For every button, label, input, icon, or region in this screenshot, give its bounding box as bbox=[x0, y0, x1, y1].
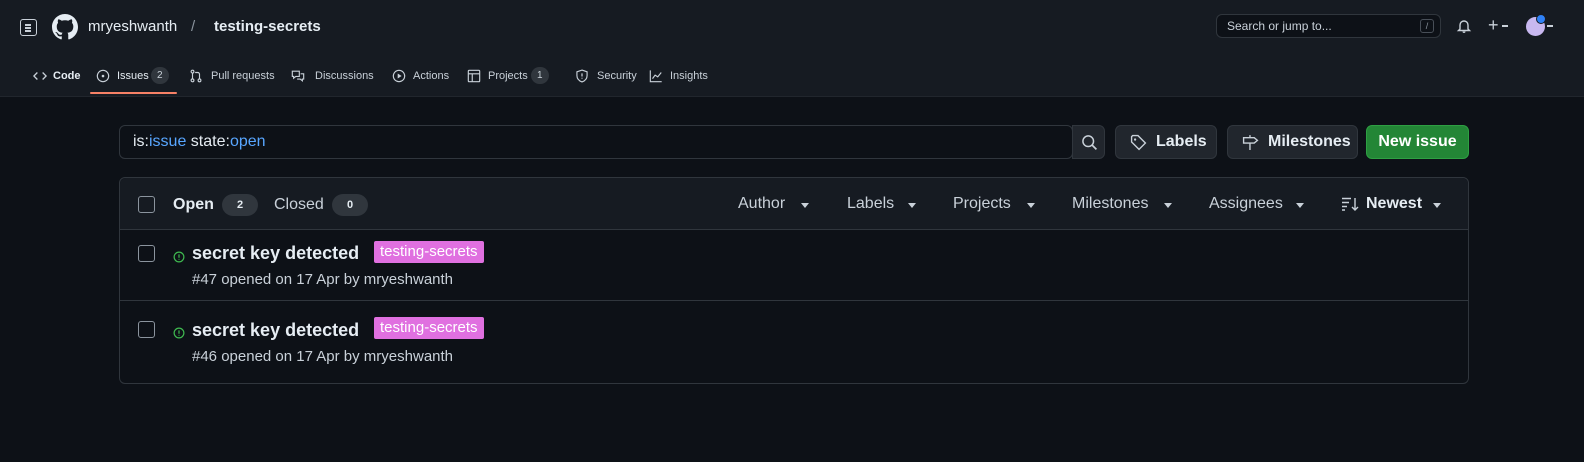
issue-row[interactable]: secret key detected testing-secrets #46 … bbox=[120, 300, 1468, 379]
tab-label: Code bbox=[53, 70, 81, 82]
tab-label: Insights bbox=[670, 70, 708, 82]
select-all-checkbox[interactable] bbox=[138, 196, 155, 213]
tab-label: Pull requests bbox=[211, 70, 275, 82]
issue-checkbox[interactable] bbox=[138, 321, 155, 338]
filter-value: open bbox=[229, 133, 266, 150]
issue-opened-icon bbox=[96, 69, 110, 83]
issue-meta: #46 opened on 17 Apr by mryeshwanth bbox=[192, 348, 454, 365]
graph-icon bbox=[649, 70, 662, 83]
code-icon bbox=[33, 72, 47, 80]
play-icon bbox=[392, 69, 406, 83]
issue-opened-icon bbox=[173, 327, 185, 339]
new-issue-button[interactable]: New issue bbox=[1366, 125, 1469, 159]
labels-filter-dropdown[interactable]: Labels bbox=[847, 195, 894, 213]
git-pull-request-icon bbox=[190, 69, 202, 83]
milestone-icon bbox=[1242, 135, 1259, 150]
repo-name-link[interactable]: testing-secrets bbox=[214, 18, 321, 35]
issue-meta: #47 opened on 17 Apr by mryeshwanth bbox=[192, 271, 454, 288]
closed-filter-link[interactable]: Closed bbox=[274, 196, 324, 214]
shield-icon bbox=[576, 69, 588, 83]
issue-row[interactable]: secret key detected testing-secrets #47 … bbox=[120, 230, 1468, 309]
tab-label: Projects bbox=[488, 70, 528, 82]
count-badge: 1 bbox=[531, 67, 549, 84]
filter-value: issue bbox=[149, 133, 187, 150]
chevron-down-icon bbox=[1296, 203, 1304, 208]
issue-opened-icon bbox=[173, 251, 185, 263]
repo-nav-tabs: Code Issues 2 Pull requests Discussions … bbox=[0, 54, 1584, 97]
tab-label: Discussions bbox=[315, 70, 374, 82]
comment-discussion-icon bbox=[291, 70, 305, 82]
tag-icon bbox=[1130, 134, 1147, 151]
assignees-filter-dropdown[interactable]: Assignees bbox=[1209, 195, 1283, 213]
issue-label[interactable]: testing-secrets bbox=[374, 241, 484, 263]
issues-list-header: Open 2 Closed 0 Author Labels Projects M… bbox=[120, 178, 1468, 230]
tab-label: Security bbox=[597, 70, 637, 82]
open-filter-link[interactable]: Open bbox=[173, 196, 214, 214]
issues-list: Open 2 Closed 0 Author Labels Projects M… bbox=[119, 177, 1469, 384]
app-header: mryeshwanth / testing-secrets Search or … bbox=[0, 0, 1584, 97]
chevron-down-icon bbox=[1027, 203, 1035, 208]
create-new-button[interactable]: + bbox=[1488, 16, 1499, 34]
count-badge: 2 bbox=[151, 67, 169, 84]
table-icon bbox=[467, 69, 481, 83]
issue-checkbox[interactable] bbox=[138, 245, 155, 262]
avatar[interactable] bbox=[1526, 14, 1546, 36]
repo-owner-link[interactable]: mryeshwanth bbox=[88, 18, 177, 35]
chevron-down-icon bbox=[1164, 203, 1172, 208]
issue-title-link[interactable]: secret key detected bbox=[192, 243, 359, 263]
issue-filter-input[interactable]: is:issue state:open bbox=[119, 125, 1073, 159]
tab-label: Issues bbox=[117, 70, 149, 82]
header-top-row: mryeshwanth / testing-secrets Search or … bbox=[0, 0, 1584, 54]
labels-button[interactable]: Labels bbox=[1115, 125, 1217, 159]
search-icon bbox=[1082, 135, 1098, 151]
labels-button-label: Labels bbox=[1156, 133, 1207, 150]
milestones-button-label: Milestones bbox=[1268, 133, 1351, 150]
tab-label: Actions bbox=[413, 70, 450, 82]
bell-icon[interactable] bbox=[1456, 18, 1472, 34]
projects-filter-dropdown[interactable]: Projects bbox=[953, 195, 1011, 213]
milestones-button[interactable]: Milestones bbox=[1227, 125, 1358, 159]
breadcrumb-separator: / bbox=[191, 18, 196, 35]
search-shortcut-key: / bbox=[1420, 19, 1434, 33]
search-placeholder: Search or jump to... bbox=[1227, 19, 1332, 33]
sort-desc-icon bbox=[1342, 197, 1359, 211]
closed-count-badge: 0 bbox=[332, 194, 368, 216]
milestones-filter-dropdown[interactable]: Milestones bbox=[1072, 195, 1148, 213]
menu-icon[interactable] bbox=[20, 19, 37, 36]
chevron-down-icon[interactable] bbox=[1502, 25, 1508, 27]
issue-label[interactable]: testing-secrets bbox=[374, 317, 484, 339]
active-tab-underline bbox=[90, 92, 177, 94]
chevron-down-icon[interactable] bbox=[1547, 25, 1553, 27]
chevron-down-icon bbox=[801, 203, 809, 208]
issue-title-link[interactable]: secret key detected bbox=[192, 320, 359, 340]
chevron-down-icon bbox=[908, 203, 916, 208]
chevron-down-icon bbox=[1433, 203, 1441, 208]
author-filter-dropdown[interactable]: Author bbox=[738, 195, 785, 213]
filter-qualifier: is: bbox=[133, 133, 149, 150]
sort-dropdown[interactable]: Newest bbox=[1366, 195, 1422, 213]
github-logo-icon[interactable] bbox=[52, 14, 78, 40]
global-search-input[interactable]: Search or jump to... / bbox=[1216, 14, 1441, 38]
filter-search-button[interactable] bbox=[1072, 125, 1105, 159]
open-count-badge: 2 bbox=[222, 194, 258, 216]
filter-qualifier: state: bbox=[186, 133, 230, 150]
